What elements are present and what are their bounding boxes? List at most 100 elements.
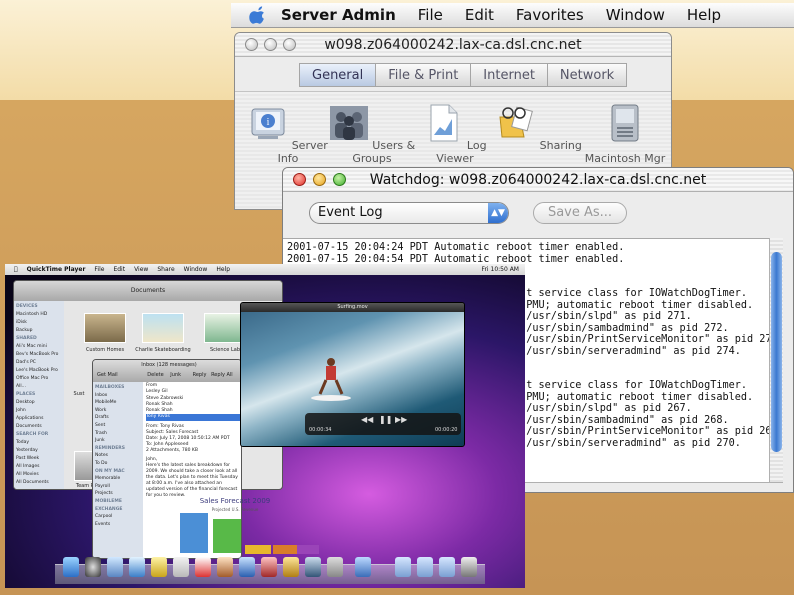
sidebar-item[interactable]: All Documents	[16, 479, 62, 487]
quicktime-dock-icon[interactable]	[355, 557, 371, 577]
menu-app-name[interactable]: Server Admin	[281, 6, 396, 24]
server-admin-titlebar[interactable]: w098.z064000242.lax-ca.dsl.cnc.net	[235, 33, 671, 57]
service-server-info[interactable]: i Server Info	[243, 103, 333, 165]
zoom-button[interactable]	[333, 173, 346, 186]
menu-window[interactable]: Window	[184, 266, 208, 273]
mailbox-item[interactable]: Inbox	[95, 392, 141, 400]
menu-file[interactable]: File	[418, 6, 443, 24]
address-book-dock-icon[interactable]	[173, 557, 189, 577]
watchdog-titlebar[interactable]: Watchdog: w098.z064000242.lax-ca.dsl.cnc…	[283, 168, 793, 192]
close-button[interactable]	[293, 173, 306, 186]
menu-window[interactable]: Window	[606, 6, 665, 24]
sidebar-item[interactable]: Bev's MacBook Pro	[16, 351, 62, 359]
log-type-select[interactable]: Event Log ▲▼	[309, 202, 509, 224]
header-attachments[interactable]: 2 Attachments, 780 KB	[146, 448, 240, 454]
menu-edit[interactable]: Edit	[465, 6, 494, 24]
garageband-dock-icon[interactable]	[283, 557, 299, 577]
tab-file-print[interactable]: File & Print	[375, 63, 472, 87]
mailbox-item[interactable]: Notes	[95, 452, 141, 460]
mailbox-item[interactable]: Payroll	[95, 483, 141, 491]
service-log-viewer[interactable]: Log Viewer	[410, 103, 500, 165]
menu-help[interactable]: Help	[216, 266, 230, 273]
itunes-dock-icon[interactable]	[239, 557, 255, 577]
tab-general[interactable]: General	[299, 63, 377, 87]
minimize-button[interactable]	[264, 38, 277, 51]
sidebar-item[interactable]: Desktop	[16, 399, 62, 407]
trash-dock-icon[interactable]	[461, 557, 477, 577]
sidebar-item[interactable]: Today	[16, 439, 62, 447]
service-users-groups[interactable]: Users & Groups	[327, 103, 417, 165]
apple-menu-icon[interactable]: 	[14, 266, 18, 273]
vertical-scrollbar[interactable]	[769, 238, 783, 482]
finder-dock-icon[interactable]	[63, 557, 79, 577]
downloads-stack-icon[interactable]	[439, 557, 455, 577]
fast-forward-icon[interactable]: ▶▶	[395, 415, 407, 424]
menu-app-name[interactable]: QuickTime Player	[27, 266, 86, 273]
mail-dock-icon[interactable]	[107, 557, 123, 577]
sidebar-item[interactable]: John	[16, 407, 62, 415]
sidebar-item[interactable]: Documents	[16, 423, 62, 431]
ichat-dock-icon[interactable]	[151, 557, 167, 577]
scroll-thumb[interactable]	[771, 252, 782, 452]
sidebar-item[interactable]: Office Mac Pro	[16, 375, 62, 383]
sidebar-item[interactable]: Applications	[16, 415, 62, 423]
sidebar-item[interactable]: iDisk	[16, 319, 62, 327]
message-row[interactable]: Tony Rivas	[146, 414, 240, 421]
zoom-button[interactable]	[283, 38, 296, 51]
mailbox-item[interactable]: Sent	[95, 422, 141, 430]
applications-stack-icon[interactable]	[395, 557, 411, 577]
dashboard-dock-icon[interactable]	[85, 557, 101, 577]
menu-help[interactable]: Help	[687, 6, 721, 24]
ical-dock-icon[interactable]	[195, 557, 211, 577]
mailbox-item[interactable]: Junk	[95, 437, 141, 445]
mailbox-item[interactable]: To Do	[95, 460, 141, 468]
minimize-button[interactable]	[313, 173, 326, 186]
menu-share[interactable]: Share	[157, 266, 174, 273]
sidebar-item[interactable]: Yesterday	[16, 447, 62, 455]
mailbox-item[interactable]: Trash	[95, 430, 141, 438]
menu-edit[interactable]: Edit	[113, 266, 125, 273]
sidebar-item[interactable]: Dad's PC	[16, 359, 62, 367]
system-preferences-dock-icon[interactable]	[327, 557, 343, 577]
menubar-clock[interactable]: Fri 10:50 AM	[481, 266, 519, 273]
tab-network[interactable]: Network	[546, 63, 628, 87]
service-sharing[interactable]: Sharing	[494, 103, 584, 152]
mailbox-item[interactable]: Work	[95, 407, 141, 415]
sidebar-item[interactable]: Past Week	[16, 455, 62, 463]
pause-icon[interactable]: ❚❚	[379, 415, 392, 424]
quicktime-titlebar[interactable]: Surfing.mov	[241, 303, 464, 312]
service-macintosh-mgr[interactable]: Macintosh Mgr	[580, 103, 670, 165]
iphoto-dock-icon[interactable]	[217, 557, 233, 577]
mailbox-item[interactable]: Events	[95, 521, 141, 529]
menu-favorites[interactable]: Favorites	[516, 6, 584, 24]
menu-view[interactable]: View	[134, 266, 148, 273]
tab-internet[interactable]: Internet	[470, 63, 548, 87]
mailbox-item[interactable]: Carpool	[95, 513, 141, 521]
custom-homes-thumbnail[interactable]	[84, 313, 126, 343]
photo-booth-dock-icon[interactable]	[261, 557, 277, 577]
sidebar-item[interactable]: Macintosh HD	[16, 311, 62, 319]
sidebar-item[interactable]: Ali's Mac mini	[16, 343, 62, 351]
rewind-icon[interactable]: ◀◀	[361, 415, 373, 424]
reply-all-button[interactable]: Reply All	[211, 372, 233, 378]
mailbox-item[interactable]: Memorable	[95, 475, 141, 483]
sidebar-item[interactable]: All Movies	[16, 471, 62, 479]
delete-button[interactable]: Delete	[147, 372, 163, 378]
sidebar-item[interactable]: Lee's MacBook Pro	[16, 367, 62, 375]
junk-button[interactable]: Junk	[170, 372, 181, 378]
apple-menu-icon[interactable]	[249, 6, 267, 24]
menu-file[interactable]: File	[94, 266, 104, 273]
reply-button[interactable]: Reply	[193, 372, 207, 378]
close-button[interactable]	[245, 38, 258, 51]
mailbox-item[interactable]: MobileMe	[95, 399, 141, 407]
mailbox-item[interactable]: Drafts	[95, 414, 141, 422]
sidebar-item[interactable]: All Images	[16, 463, 62, 471]
sidebar-item[interactable]: All...	[16, 383, 62, 391]
skateboarding-thumbnail[interactable]	[142, 313, 184, 343]
sidebar-item[interactable]: Backup	[16, 327, 62, 335]
mailbox-item[interactable]: Projects	[95, 490, 141, 498]
get-mail-button[interactable]: Get Mail	[97, 372, 118, 378]
safari-dock-icon[interactable]	[129, 557, 145, 577]
save-as-button[interactable]: Save As...	[533, 202, 627, 224]
documents-stack-icon[interactable]	[417, 557, 433, 577]
